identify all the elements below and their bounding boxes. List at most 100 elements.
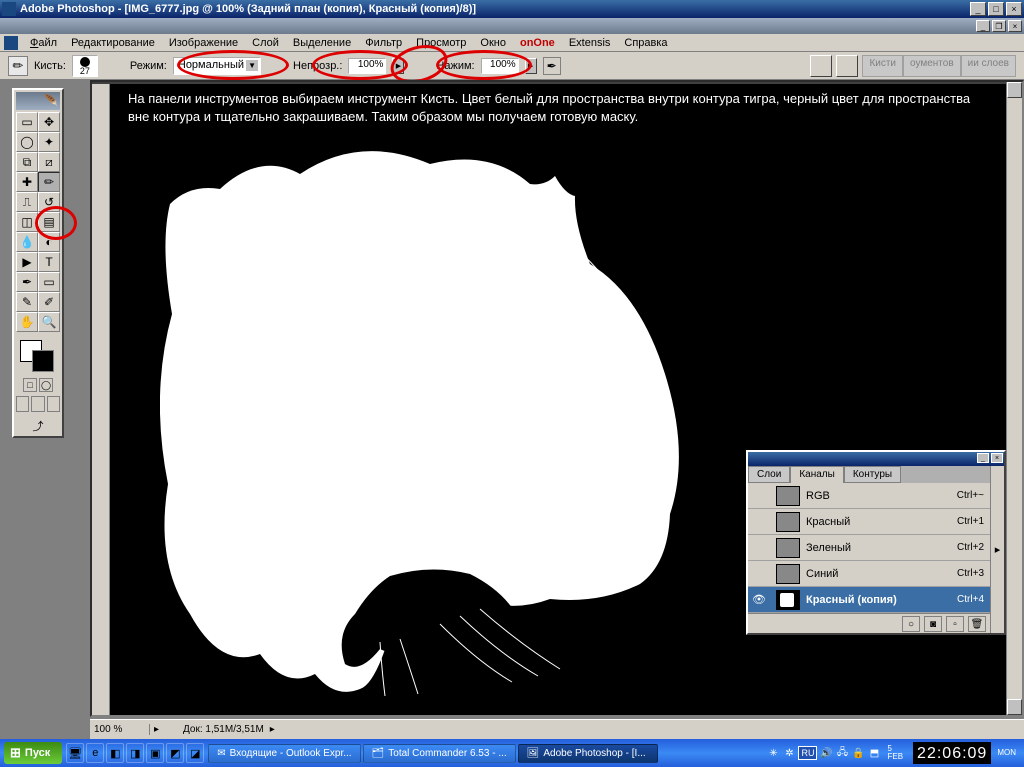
slice-tool[interactable]: ⧄ (38, 152, 60, 172)
zoom-tool[interactable]: 🔍 (38, 312, 60, 332)
palette-minimize-button[interactable]: _ (977, 453, 989, 463)
ql-app-icon[interactable]: ▣ (146, 743, 164, 763)
ql-desktop-icon[interactable]: 🖥 (66, 743, 84, 763)
palette-close-button[interactable]: × (991, 453, 1003, 463)
tray-icon[interactable]: 🖧 (835, 746, 849, 760)
menu-edit[interactable]: Редактирование (65, 36, 161, 50)
background-color[interactable] (32, 350, 54, 372)
tray-clock[interactable]: 22:06:09 (913, 742, 991, 764)
quickmask-on[interactable]: ◯ (39, 378, 53, 392)
channel-row[interactable]: ЗеленыйCtrl+2 (748, 535, 990, 561)
path-select-tool[interactable]: ▶ (16, 252, 38, 272)
ql-app-icon[interactable]: ◪ (186, 743, 204, 763)
tool-preset-icon[interactable] (8, 56, 28, 76)
jump-to-button[interactable]: ⤴ (16, 418, 60, 434)
channel-row[interactable]: RGBCtrl+~ (748, 483, 990, 509)
menu-file[interactable]: Файл (24, 36, 63, 50)
menu-view[interactable]: Просмотр (410, 36, 472, 50)
history-brush-tool[interactable]: ↺ (38, 192, 60, 212)
lasso-tool[interactable]: ◯ (16, 132, 38, 152)
screenmode-full-menu[interactable] (31, 396, 44, 412)
quickmask-off[interactable]: □ (23, 378, 37, 392)
tab-layers[interactable]: Слои (748, 466, 790, 483)
dodge-tool[interactable]: ◐ (38, 232, 60, 252)
menu-select[interactable]: Выделение (287, 36, 357, 50)
tab-channels[interactable]: Каналы (790, 466, 844, 483)
doc-minimize-button[interactable]: _ (976, 20, 990, 32)
shape-tool[interactable]: ▭ (38, 272, 60, 292)
menu-layer[interactable]: Слой (246, 36, 285, 50)
brush-picker[interactable]: 27 (72, 55, 98, 77)
new-channel-button[interactable]: ▫ (946, 616, 964, 632)
hand-tool[interactable]: ✋ (16, 312, 38, 332)
status-flyout-icon[interactable]: ▸ (264, 724, 281, 735)
type-tool[interactable]: T (38, 252, 60, 272)
tray-icon[interactable]: 🔊 (819, 746, 833, 760)
visibility-icon[interactable]: 👁 (748, 593, 770, 606)
crop-tool[interactable]: ⧉ (16, 152, 38, 172)
palette-titlebar[interactable]: _ × (748, 452, 1004, 466)
menu-image[interactable]: Изображение (163, 36, 244, 50)
mode-dropdown[interactable]: Нормальный (173, 57, 261, 75)
palette-well-button-1[interactable] (810, 55, 832, 77)
pen-tool[interactable]: ✒ (16, 272, 38, 292)
minimize-button[interactable]: _ (970, 2, 986, 16)
menu-filter[interactable]: Фильтр (359, 36, 408, 50)
task-button-active[interactable]: 🖼 Adobe Photoshop - [I... (518, 744, 658, 763)
palette-tab-brushes[interactable]: Кисти (862, 55, 903, 77)
gradient-tool[interactable]: ▤ (38, 212, 60, 232)
delete-channel-button[interactable]: 🗑 (968, 616, 986, 632)
tray-icon[interactable]: ✳ (766, 746, 780, 760)
eyedropper-tool[interactable]: ✐ (38, 292, 60, 312)
menu-extensis[interactable]: Extensis (563, 36, 617, 50)
zoom-field[interactable]: 100 % (90, 724, 150, 735)
flow-input[interactable]: 100% (481, 58, 519, 74)
brush-tool[interactable]: ✏ (38, 172, 60, 192)
opacity-flyout[interactable]: ▶ (392, 58, 404, 74)
channel-row[interactable]: СинийCtrl+3 (748, 561, 990, 587)
maximize-button[interactable]: □ (988, 2, 1004, 16)
menu-window[interactable]: Окно (474, 36, 512, 50)
tab-paths[interactable]: Контуры (844, 466, 901, 483)
doc-restore-button[interactable]: ❐ (992, 20, 1006, 32)
scrollbar-vertical[interactable] (1006, 82, 1022, 715)
menu-help[interactable]: Справка (618, 36, 673, 50)
heal-tool[interactable]: ✚ (16, 172, 38, 192)
ql-app-icon[interactable]: ◧ (106, 743, 124, 763)
palette-tab-comps[interactable]: ии слоев (961, 55, 1016, 77)
palette-well-button-2[interactable] (836, 55, 858, 77)
channel-row[interactable]: КрасныйCtrl+1 (748, 509, 990, 535)
stamp-tool[interactable]: ⎍ (16, 192, 38, 212)
zoom-arrow-icon[interactable]: ▸ (150, 724, 163, 735)
notes-tool[interactable]: ✎ (16, 292, 38, 312)
ql-app-icon[interactable]: ◩ (166, 743, 184, 763)
tray-icon[interactable]: ✲ (782, 746, 796, 760)
save-selection-button[interactable]: ◙ (924, 616, 942, 632)
palette-menu-button[interactable]: ▸ (990, 466, 1004, 633)
menu-onone[interactable]: onOne (514, 36, 561, 50)
wand-tool[interactable]: ✦ (38, 132, 60, 152)
load-selection-button[interactable]: ○ (902, 616, 920, 632)
start-button[interactable]: Пуск (4, 742, 62, 764)
close-button[interactable]: × (1006, 2, 1022, 16)
eraser-tool[interactable]: ◫ (16, 212, 38, 232)
palette-tab-presets[interactable]: оументов (903, 55, 961, 77)
blur-tool[interactable]: 💧 (16, 232, 38, 252)
color-swatch[interactable] (16, 338, 60, 372)
screenmode-full[interactable] (47, 396, 60, 412)
language-indicator[interactable]: RU (798, 746, 817, 760)
airbrush-toggle[interactable] (543, 57, 561, 75)
move-tool[interactable]: ✥ (38, 112, 60, 132)
tray-icon[interactable]: ⬒ (867, 746, 881, 760)
task-button[interactable]: 🗂 Total Commander 6.53 - ... (363, 744, 516, 763)
doc-close-button[interactable]: × (1008, 20, 1022, 32)
ql-app-icon[interactable]: ◨ (126, 743, 144, 763)
marquee-tool[interactable]: ▭ (16, 112, 38, 132)
task-button[interactable]: ✉ Входящие - Outlook Expr... (208, 744, 360, 763)
channel-row-selected[interactable]: 👁Красный (копия)Ctrl+4 (748, 587, 990, 613)
flow-flyout[interactable]: ▶ (525, 58, 537, 74)
ql-ie-icon[interactable]: e (86, 743, 104, 763)
opacity-input[interactable]: 100% (348, 58, 386, 74)
tray-icon[interactable]: 🔒 (851, 746, 865, 760)
screenmode-standard[interactable] (16, 396, 29, 412)
